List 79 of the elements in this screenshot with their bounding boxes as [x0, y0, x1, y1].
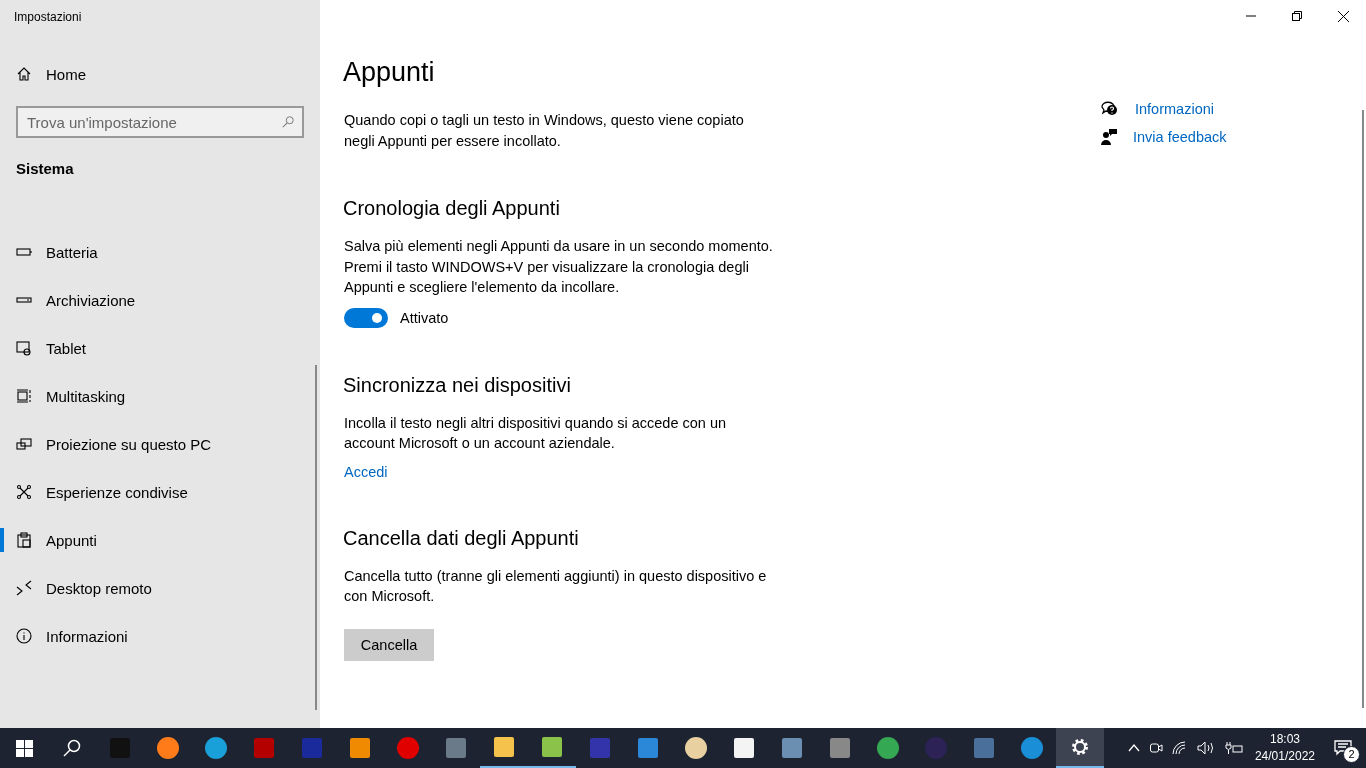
app-icon [540, 735, 564, 759]
time-text: 18:03 [1269, 731, 1300, 748]
description-text: Incolla il testo negli altri dispositivi quando si accede con un account Microsoft o un account aziendale. [344, 413, 728, 453]
notification-count: 2 [1343, 746, 1360, 763]
toggle-switch[interactable] [344, 307, 388, 328]
speaker-icon[interactable] [1196, 741, 1215, 755]
intro-text: Quando copi o tagli un testo in Windows, questo viene copiato negli Appunti per essere incollato. [344, 111, 745, 151]
sidebar-item[interactable]: Esperienze condivise [0, 468, 320, 516]
link-text[interactable]: Invia feedback [1133, 129, 1227, 145]
battery-plug-icon[interactable] [1223, 741, 1244, 755]
notifications-button[interactable]: 2 [1326, 731, 1360, 765]
wifi-icon[interactable] [1171, 741, 1188, 755]
section-heading: Cancella dati degli Appunti [343, 526, 580, 550]
remote-icon [16, 580, 32, 596]
chevron-up-icon[interactable] [1127, 744, 1140, 752]
app-icon [924, 736, 948, 760]
tablet-icon [16, 340, 32, 356]
window-title: Impostazioni [13, 9, 83, 26]
toggle-label: Attivato [400, 309, 449, 326]
section-heading: Cronologia degli Appunti [343, 197, 561, 220]
sidebar-item[interactable]: Tablet [0, 324, 320, 372]
camera-icon[interactable] [1148, 740, 1163, 756]
help-link[interactable]: Invia feedback [1101, 129, 1227, 145]
app-icon [588, 736, 612, 760]
app-icon [876, 736, 900, 760]
search-icon [63, 739, 81, 757]
description-text: Cancella tutto (tranne gli elementi aggiunti) in questo dispositivo e con Microsoft. [344, 566, 768, 606]
app-icon [684, 736, 708, 760]
sidebar-item[interactable]: Desktop remoto [0, 564, 320, 612]
app-icon [396, 736, 420, 760]
sidebar-item[interactable]: Appunti [0, 516, 320, 564]
sidebar-item[interactable]: Proiezione su questo PC [0, 420, 320, 468]
page-title: Appunti [343, 57, 436, 88]
message-icon [1334, 740, 1352, 756]
section-heading: Sincronizza nei dispositivi [343, 373, 572, 397]
close-icon [1337, 10, 1349, 22]
search-icon [281, 115, 295, 129]
taskbar-app[interactable] [1056, 728, 1104, 768]
app-icon [444, 736, 468, 760]
shared-icon [16, 484, 32, 500]
home-link[interactable]: Home [0, 50, 320, 98]
scrollbar[interactable] [315, 365, 317, 710]
clock[interactable]: 18:03 24/01/2022 [1254, 731, 1315, 765]
section-heading: Sistema [15, 159, 75, 179]
sidebar-item[interactable]: Archiviazione [0, 276, 320, 324]
windows-logo-icon [15, 739, 33, 757]
app-icon [780, 736, 804, 760]
restore-icon [1292, 11, 1302, 21]
search-field[interactable]: Trova un'impostazione [16, 106, 304, 138]
app-icon [972, 736, 996, 760]
home-icon [16, 66, 32, 82]
app-icon [636, 736, 660, 760]
sidebar-item[interactable]: Informazioni [0, 612, 320, 660]
app-icon [300, 736, 324, 760]
person-speech-icon [1101, 129, 1117, 145]
app-icon [348, 736, 372, 760]
date-text: 24/01/2022 [1254, 748, 1315, 765]
info-icon [16, 628, 32, 644]
gear-icon [1070, 737, 1090, 757]
projection-icon [16, 436, 32, 452]
clear-button[interactable]: Cancella [344, 628, 434, 661]
help-link[interactable]: Informazioni [1101, 101, 1227, 117]
sidebar-item[interactable]: Multitasking [0, 372, 320, 420]
scrollbar[interactable] [1362, 110, 1364, 708]
app-icon [156, 736, 180, 760]
sidebar-item[interactable]: Batteria [0, 228, 320, 276]
app-icon [108, 736, 132, 760]
app-icon [828, 736, 852, 760]
app-icon [492, 735, 516, 759]
sign-in-link[interactable]: Accedi [344, 463, 388, 480]
chat-bubbles-icon [1101, 101, 1119, 117]
description-text: Salva più elementi negli Appunti da usare in un secondo momento. Premi il tasto WINDOWS+V per visualizzare la cronologia degli Appunti e scegliere l'elemento da incollare. [344, 237, 774, 297]
app-icon [252, 736, 276, 760]
multitasking-icon [16, 388, 32, 404]
app-icon [204, 736, 228, 760]
clipboard-icon [16, 532, 32, 548]
link-text[interactable]: Informazioni [1135, 101, 1214, 117]
app-icon [1020, 736, 1044, 760]
app-icon [732, 736, 756, 760]
